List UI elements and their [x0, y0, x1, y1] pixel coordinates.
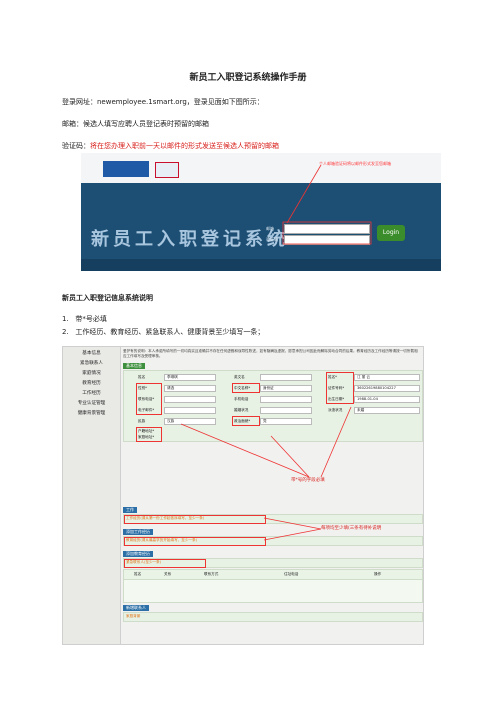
- section-heading: 新员工入职登记信息系统说明: [62, 294, 153, 302]
- sidebar-item-family[interactable]: 家庭情况: [63, 370, 120, 377]
- sidebar-item-emergency[interactable]: 紧急联系人: [63, 360, 120, 367]
- list-item-2-text: 工作经历、教育经历、紧急联系人、健康背景至少填写一条；: [75, 328, 265, 336]
- login-screenshot: 个人邮箱验证码将以邮件形式发至您邮箱 新员工入职登记系统 邮箱 验证码 Logi…: [81, 153, 441, 271]
- list-item-2: 2. 工作经历、教育经历、紧急联系人、健康背景至少填写一条；: [62, 327, 264, 337]
- code-line: 验证码：将在您办理入职前一天以邮件的形式发送至候选人预留的邮箱: [62, 141, 279, 151]
- sidebar-item-work[interactable]: 工作经历: [63, 390, 120, 397]
- form-sidebar: 基本信息 紧急联系人 家庭情况 教育经历 工作经历 专业认证管理 健康背景管理: [63, 347, 121, 644]
- form-main: 爱护有的说明：本人承诺所填写的一切均真实且准确并不存在任何虚假和误导性陈述，如有…: [121, 347, 423, 644]
- login-annotation-arrows: [282, 164, 372, 245]
- list-item-1-text: 带*号必填: [75, 315, 107, 323]
- email-line: 邮箱：候选人填写应聘人员登记表时预留的邮箱: [62, 120, 209, 128]
- list-item-2-number: 2.: [62, 328, 69, 336]
- list-item-1: 1. 带*号必填: [62, 314, 107, 324]
- list-item-1-number: 1.: [62, 315, 69, 323]
- form-screenshot: 基本信息 紧急联系人 家庭情况 教育经历 工作经历 专业认证管理 健康背景管理 …: [62, 346, 424, 645]
- sidebar-item-health[interactable]: 健康背景管理: [63, 410, 120, 417]
- sidebar-item-basic[interactable]: 基本信息: [63, 350, 120, 357]
- form-annotation-arrows: [180, 406, 352, 541]
- code-text: 将在您办理入职前一天以邮件的形式发送至候选人预留的邮箱: [90, 142, 279, 150]
- document-title: 新员工入职登记系统操作手册: [189, 73, 307, 83]
- sidebar-item-education[interactable]: 教育经历: [63, 380, 120, 387]
- sidebar-item-cert[interactable]: 专业认证管理: [63, 400, 120, 407]
- login-url-line: 登录网址：newemployee.1smart.org，登录见面如下图所示：: [62, 98, 264, 106]
- code-prefix: 验证码：: [62, 142, 90, 150]
